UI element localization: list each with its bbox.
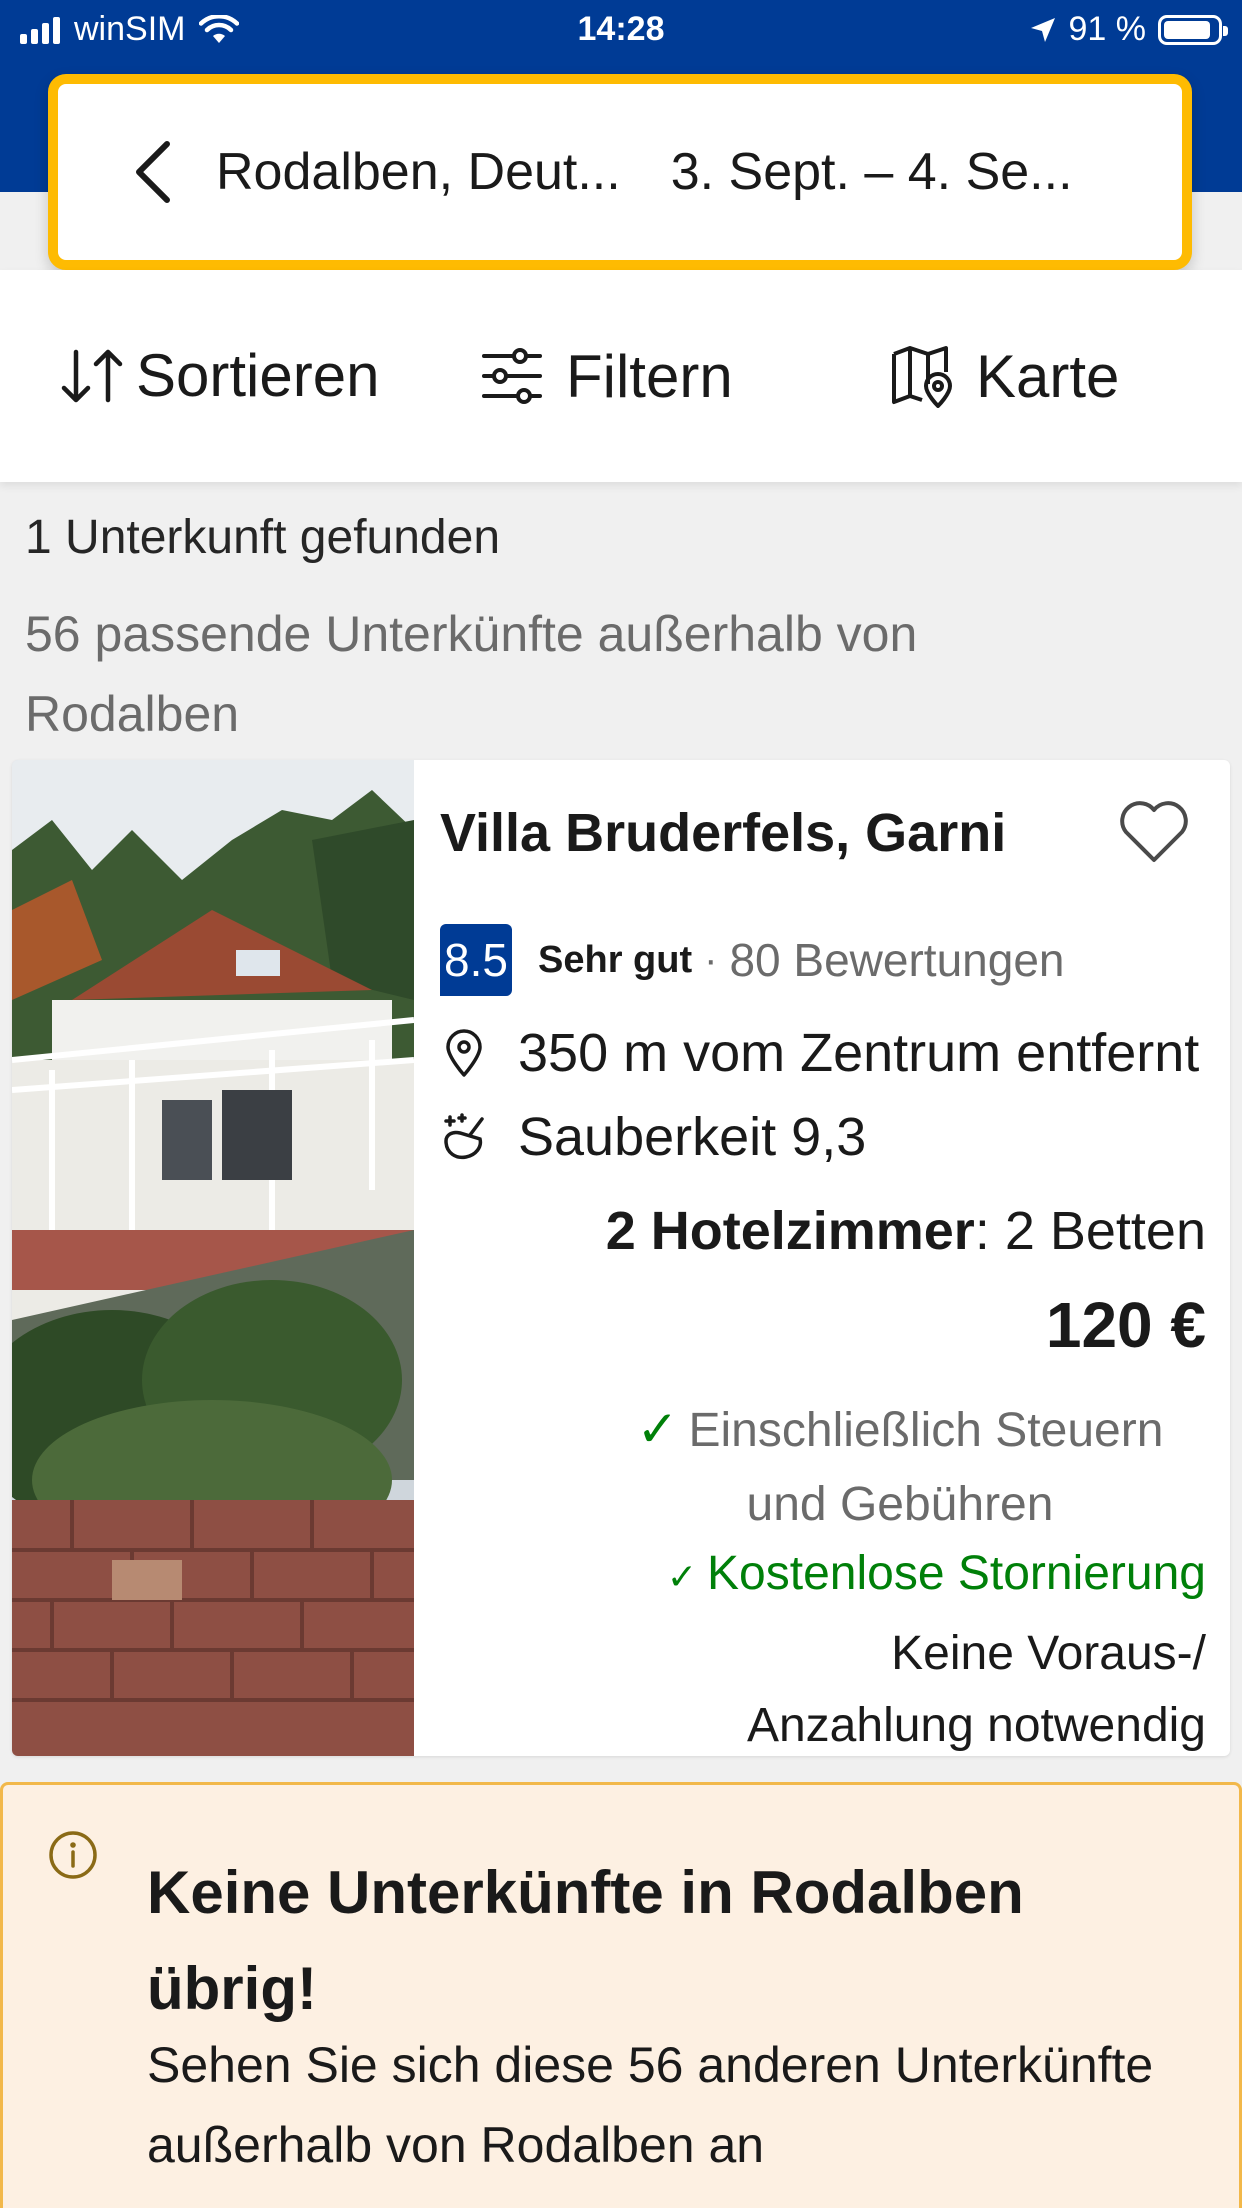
- search-dates[interactable]: 3. Sept. – 4. Se...: [671, 142, 1073, 202]
- battery-icon: [1158, 14, 1228, 45]
- rating-word: Sehr gut: [538, 938, 693, 981]
- check-icon: ✓: [636, 1401, 679, 1457]
- info-icon: [49, 1831, 97, 1879]
- status-bar: winSIM 14:28 91 %: [0, 0, 1242, 62]
- property-card[interactable]: Villa Bruderfels, Garni 8.5 Sehr gut · 8…: [12, 760, 1230, 1756]
- heart-icon[interactable]: [1118, 800, 1190, 864]
- status-right: 91 %: [1029, 10, 1228, 49]
- cleanliness-text: Sauberkeit 9,3: [518, 1107, 867, 1167]
- map-icon: [892, 346, 952, 408]
- filter-label: Filtern: [566, 342, 733, 410]
- price: 120 €: [1045, 1289, 1206, 1361]
- tax-note: ✓ Einschließlich Steuern und Gebühren: [600, 1392, 1200, 1542]
- no-prepayment-note: Keine Voraus-/ Anzahlung notwendig: [746, 1627, 1206, 1752]
- property-photo[interactable]: [12, 760, 414, 1756]
- map-button[interactable]: Karte: [890, 270, 1119, 482]
- warning-title: Keine Unterkünfte in Rodalben übrig!: [147, 1859, 1024, 2022]
- back-button[interactable]: [98, 84, 208, 260]
- check-icon: ✓: [666, 1556, 698, 1597]
- room-beds: : 2 Betten: [974, 1201, 1206, 1261]
- search-summary-bar[interactable]: Rodalben, Deut... 3. Sept. – 4. Se...: [48, 74, 1192, 270]
- tax-note-text: Einschließlich Steuern und Gebühren: [688, 1404, 1164, 1531]
- location-arrow-icon: [1030, 17, 1055, 42]
- results-outside-note: 56 passende Unterkünfte außerhalb von Ro…: [25, 606, 918, 742]
- map-label: Karte: [976, 342, 1120, 410]
- no-properties-warning: Keine Unterkünfte in Rodalben übrig! Seh…: [0, 1782, 1242, 2208]
- filter-button[interactable]: Filtern: [480, 270, 733, 482]
- property-name[interactable]: Villa Bruderfels, Garni: [440, 802, 1006, 864]
- warning-text[interactable]: Sehen Sie sich diese 56 anderen Unterkün…: [147, 2025, 1207, 2185]
- cleanliness-line: Sauberkeit 9,3: [440, 1106, 866, 1168]
- sort-label: Sortieren: [136, 342, 380, 409]
- room-type: 2 Hotelzimmer: [605, 1201, 975, 1261]
- cleanliness-icon: [444, 1113, 484, 1160]
- filter-icon: [482, 348, 542, 404]
- results-toolbar: Sortieren Filtern Karte: [0, 270, 1242, 482]
- rating-row: 8.5 Sehr gut · 80 Bewertungen: [440, 924, 1064, 996]
- results-count: 1 Unterkunft gefunden: [25, 511, 501, 564]
- map-pin-icon: [446, 1029, 482, 1077]
- sort-button[interactable]: Sortieren: [58, 270, 380, 482]
- free-cancellation-text: Kostenlose Stornierung: [707, 1547, 1206, 1600]
- battery-percent: 91 %: [1068, 10, 1147, 48]
- distance-line: 350 m vom Zentrum entfernt: [440, 1022, 1199, 1084]
- sort-icon: [61, 349, 123, 403]
- review-count: 80 Bewertungen: [729, 934, 1065, 986]
- free-cancellation: ✓ Kostenlose Stornierung: [667, 1546, 1206, 1601]
- room-info: 2 Hotelzimmer: 2 Betten: [606, 1200, 1206, 1262]
- search-destination[interactable]: Rodalben, Deut...: [216, 142, 621, 202]
- distance-text: 350 m vom Zentrum entfernt: [518, 1023, 1200, 1083]
- back-chevron-icon: [136, 141, 170, 203]
- review-score-badge: 8.5: [440, 924, 512, 996]
- rating-separator: ·: [704, 937, 718, 982]
